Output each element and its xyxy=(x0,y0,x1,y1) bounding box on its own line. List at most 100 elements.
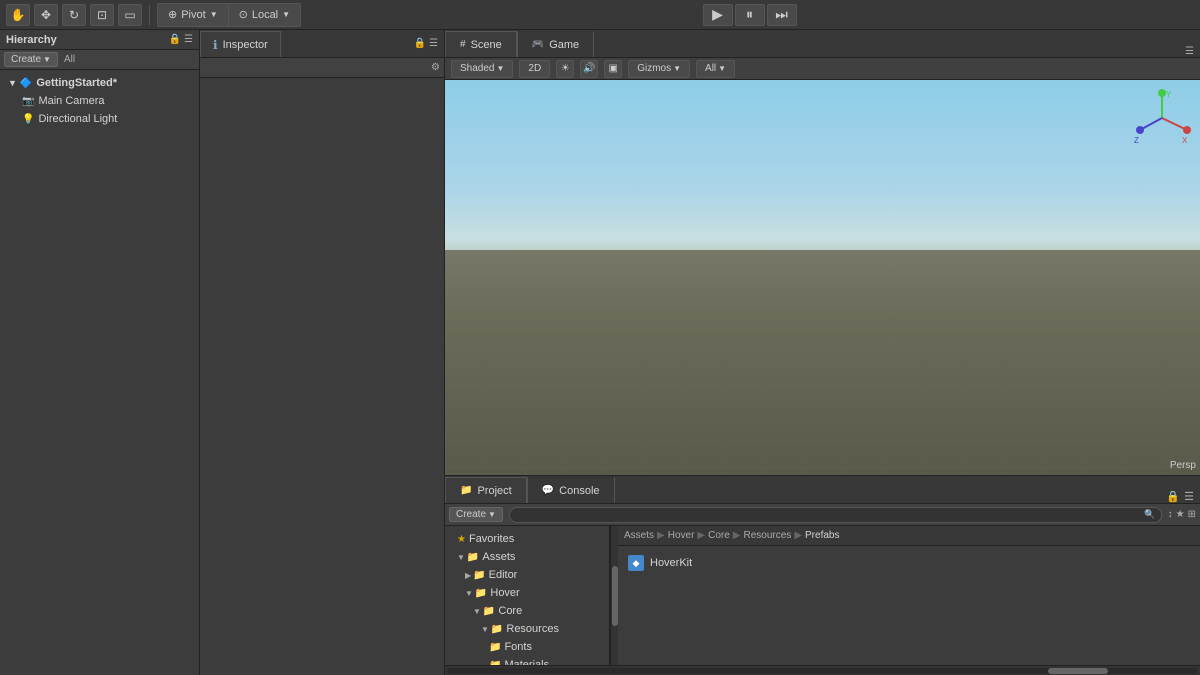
audio-toggle-icon[interactable]: 🔊 xyxy=(580,60,598,78)
camera-icon: 📷 xyxy=(22,96,34,107)
gizmos-button[interactable]: Gizmos ▼ xyxy=(628,60,690,78)
rotate-tool-icon[interactable]: ↻ xyxy=(62,4,86,26)
project-create-button[interactable]: Create ▼ xyxy=(449,507,503,522)
breadcrumb-arrow-2: ▶ xyxy=(697,530,705,541)
project-panel: 📁 Project 💬 Console 🔒 ☰ xyxy=(445,476,1200,675)
inspector-tab-bar: ℹ Inspector 🔒 ☰ xyxy=(200,30,444,58)
tree-hover[interactable]: ▼ 📁 Hover xyxy=(445,584,609,602)
breadcrumb-arrow-1: ▶ xyxy=(657,530,665,541)
rect-tool-icon[interactable]: ▭ xyxy=(118,4,142,26)
light-label: Directional Light xyxy=(38,113,117,125)
asset-hoverkit[interactable]: ◆ HoverKit xyxy=(624,552,1194,574)
breadcrumb-assets[interactable]: Assets xyxy=(624,530,654,541)
resources-label: Resources xyxy=(506,623,559,635)
inspector-panel-icons: 🔒 ☰ xyxy=(408,38,444,49)
project-toolbar: Create ▼ 🔍 ↕ ★ ⊞ xyxy=(445,504,1200,526)
console-tab[interactable]: 💬 Console xyxy=(527,477,615,503)
tree-scrollbar[interactable] xyxy=(610,526,618,665)
core-label: Core xyxy=(498,605,522,617)
game-tab[interactable]: 🎮 Game xyxy=(517,31,594,57)
inspector-lock-icon[interactable]: 🔒 xyxy=(414,38,426,49)
tree-resources[interactable]: ▼ 📁 Resources xyxy=(445,620,609,638)
project-sort-icon[interactable]: ↕ xyxy=(1168,509,1173,520)
core-arrow-icon: ▼ xyxy=(473,607,481,616)
tree-materials[interactable]: 📁 Materials xyxy=(445,656,609,665)
effects-toggle-icon[interactable]: ▣ xyxy=(604,60,622,78)
inspector-menu-icon[interactable]: ☰ xyxy=(429,38,438,49)
project-tab[interactable]: 📁 Project xyxy=(445,477,527,503)
hierarchy-directional-light[interactable]: 💡 Directional Light xyxy=(0,110,199,128)
project-lock-icon[interactable]: 🔒 xyxy=(1166,490,1180,503)
pause-button[interactable]: ⏸ xyxy=(735,4,765,26)
hierarchy-create-button[interactable]: Create ▼ xyxy=(4,52,58,67)
scene-panel-menu-icon[interactable]: ☰ xyxy=(1185,46,1194,57)
hand-tool-icon[interactable]: ✋ xyxy=(6,4,30,26)
layers-dropdown-icon: ▼ xyxy=(718,64,726,73)
gizmo-svg: Y X Z xyxy=(1132,88,1192,148)
shading-label: Shaded xyxy=(460,63,494,74)
create-dropdown-icon: ▼ xyxy=(43,55,51,64)
svg-text:Z: Z xyxy=(1134,136,1139,145)
file-tree: ★ Favorites ▼ 📁 Assets ▶ xyxy=(445,526,610,665)
breadcrumb-hover[interactable]: Hover xyxy=(668,530,695,541)
project-search-input[interactable] xyxy=(516,509,1141,520)
scene-viewport[interactable]: Y X Z Persp xyxy=(445,80,1200,475)
hierarchy-menu-icon[interactable]: ☰ xyxy=(184,34,193,45)
move-tool-icon[interactable]: ✥ xyxy=(34,4,58,26)
scene-tab[interactable]: # Scene xyxy=(445,31,517,57)
console-tab-label: Console xyxy=(559,485,599,497)
hover-label: Hover xyxy=(490,587,519,599)
light-icon: 💡 xyxy=(22,114,34,125)
hierarchy-all-label: All xyxy=(64,54,75,65)
hierarchy-main-camera[interactable]: 📷 Main Camera xyxy=(0,92,199,110)
tree-core[interactable]: ▼ 📁 Core xyxy=(445,602,609,620)
breadcrumb-core[interactable]: Core xyxy=(708,530,730,541)
local-icon: ⊙ xyxy=(239,8,248,21)
hierarchy-scene-item[interactable]: ▼ 🔷 GettingStarted* xyxy=(0,74,199,92)
right-panel: # Scene 🎮 Game ☰ Shaded ▼ 2D xyxy=(445,30,1200,675)
scene-tab-bar: # Scene 🎮 Game ☰ xyxy=(445,30,1200,58)
project-tabs: 📁 Project 💬 Console xyxy=(445,477,615,503)
shading-button[interactable]: Shaded ▼ xyxy=(451,60,513,78)
inspector-toolbar-icon-1[interactable]: ⚙ xyxy=(431,62,440,73)
scene-sky xyxy=(445,80,1200,258)
all-layers-label: All xyxy=(705,63,716,74)
local-button[interactable]: ⊙ Local ▼ xyxy=(229,4,300,26)
lighting-toggle-icon[interactable]: ☀ xyxy=(556,60,574,78)
project-menu-icon[interactable]: ☰ xyxy=(1184,490,1194,503)
scrollbar-thumb xyxy=(1048,668,1108,674)
asset-content: ◆ HoverKit xyxy=(618,546,1200,665)
project-tab-icon: 📁 xyxy=(460,485,472,496)
scene-arrow-icon: ▼ xyxy=(8,78,17,88)
scene-area: # Scene 🎮 Game ☰ Shaded ▼ 2D xyxy=(445,30,1200,675)
hierarchy-lock-icon[interactable]: 🔒 xyxy=(169,34,181,45)
assets-arrow-icon: ▼ xyxy=(457,553,465,562)
scene-tab-icon: # xyxy=(460,39,466,50)
game-tab-icon: 🎮 xyxy=(532,39,544,50)
scale-tool-icon[interactable]: ⊡ xyxy=(90,4,114,26)
2d-button[interactable]: 2D xyxy=(519,60,550,78)
assets-label: Assets xyxy=(482,551,515,563)
inspector-tab[interactable]: ℹ Inspector xyxy=(200,31,281,57)
tree-editor[interactable]: ▶ 📁 Editor xyxy=(445,566,609,584)
favorites-star-icon: ★ xyxy=(457,534,466,545)
assets-folder-icon: 📁 xyxy=(467,552,479,563)
play-button[interactable]: ▶ xyxy=(703,4,733,26)
step-button[interactable]: ⏭ xyxy=(767,4,797,26)
all-layers-button[interactable]: All ▼ xyxy=(696,60,735,78)
fonts-label: Fonts xyxy=(504,641,532,653)
project-star-icon[interactable]: ★ xyxy=(1176,509,1185,520)
tree-fonts[interactable]: 📁 Fonts xyxy=(445,638,609,656)
project-tab-label: Project xyxy=(477,485,511,497)
pivot-button[interactable]: ⊕ Pivot ▼ xyxy=(158,4,229,26)
breadcrumb-resources[interactable]: Resources xyxy=(744,530,792,541)
project-view-icon[interactable]: ⊞ xyxy=(1188,509,1196,520)
tree-assets[interactable]: ▼ 📁 Assets xyxy=(445,548,609,566)
project-toolbar-right-icons: ↕ ★ ⊞ xyxy=(1168,509,1196,520)
bottom-scrollbar[interactable] xyxy=(445,665,1200,675)
breadcrumb-arrow-4: ▶ xyxy=(794,530,802,541)
scene-toolbar: Shaded ▼ 2D ☀ 🔊 ▣ Gizmos ▼ All ▼ xyxy=(445,58,1200,80)
tree-favorites[interactable]: ★ Favorites xyxy=(445,530,609,548)
breadcrumb-prefabs[interactable]: Prefabs xyxy=(805,530,839,541)
2d-label: 2D xyxy=(528,63,541,74)
